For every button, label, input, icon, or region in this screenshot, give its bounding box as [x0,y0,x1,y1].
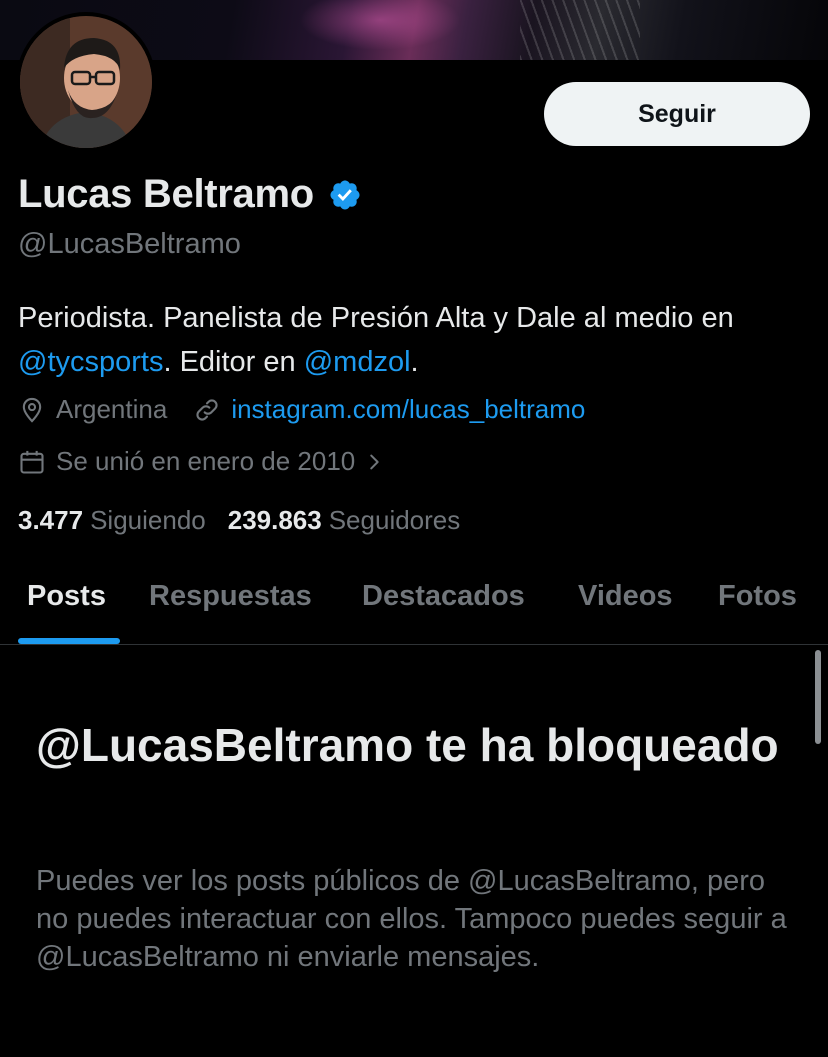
tab-fotos[interactable]: Fotos [718,580,797,613]
banner-glow [300,0,460,50]
profile-joined[interactable]: Se unió en enero de 2010 [18,446,385,477]
verified-badge-icon[interactable] [328,178,362,212]
bio-text: Periodista. Panelista de Presión Alta y … [18,302,734,334]
following-label: Siguiendo [90,505,206,535]
profile-handle: @LucasBeltramo [18,228,241,260]
avatar[interactable] [16,12,156,152]
profile-name-row: Lucas Beltramo [18,172,362,217]
bio-text: . Editor en [163,346,304,378]
avatar-portrait-icon [20,16,152,148]
profile-location: Argentina [18,394,167,425]
blocked-title: @LucasBeltramo te ha bloqueado [36,719,779,771]
profile-stats: 3.477 Siguiendo 239.863 Seguidores [18,505,482,536]
website-link[interactable]: instagram.com/lucas_beltramo [231,394,585,425]
tab-destacados[interactable]: Destacados [362,580,525,613]
followers-count: 239.863 [227,505,322,535]
follow-button[interactable]: Seguir [544,82,810,146]
tabs-divider [0,644,828,645]
following-count: 3.477 [18,505,84,535]
scrollbar[interactable] [815,650,821,744]
bio-text: . [410,346,419,378]
profile-bio: Periodista. Panelista de Presión Alta y … [18,296,818,384]
link-icon [196,398,218,421]
profile-website[interactable]: instagram.com/lucas_beltramo [193,394,585,425]
blocked-description: Puedes ver los posts públicos de @LucasB… [36,865,787,973]
tab-respuestas[interactable]: Respuestas [149,580,312,613]
bio-mention-tycsports[interactable]: @tycsports [18,346,163,378]
tab-posts[interactable]: Posts [27,580,106,613]
followers-stat[interactable]: 239.863 Seguidores [228,505,461,536]
banner-stadium-lights [520,0,640,60]
joined-text: Se unió en enero de 2010 [56,446,356,476]
profile-tabs: Posts Respuestas Destacados Videos Fotos [0,562,828,644]
bio-mention-mdzol[interactable]: @mdzol [304,346,411,378]
following-stat[interactable]: 3.477 Siguiendo [18,505,206,536]
location-text: Argentina [56,394,168,424]
profile-meta-row: Argentina instagram.com/lucas_beltramo [18,394,585,425]
location-pin-icon [22,397,42,423]
followers-label: Seguidores [328,505,461,535]
chevron-right-icon [370,454,379,469]
profile-name: Lucas Beltramo [18,172,314,216]
calendar-icon [20,450,44,474]
tab-videos[interactable]: Videos [578,580,673,613]
